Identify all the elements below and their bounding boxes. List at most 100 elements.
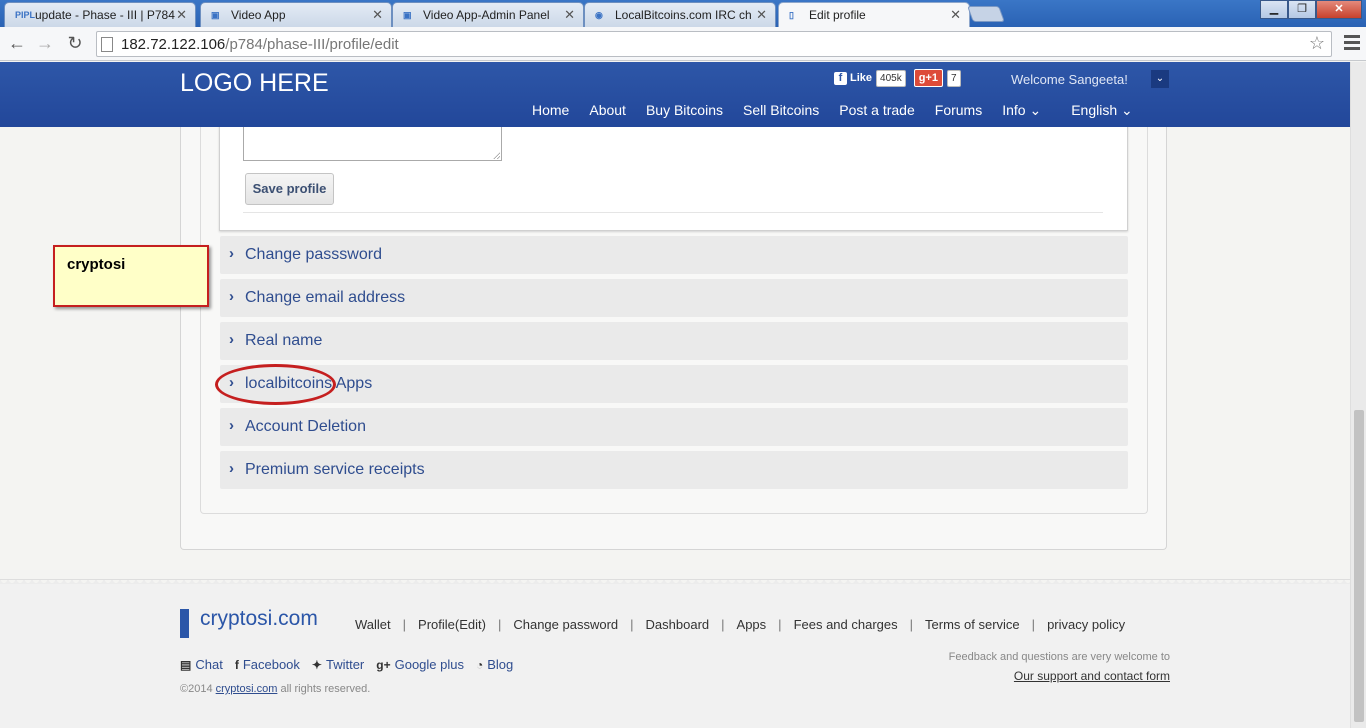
tab-close-icon[interactable]: ✕ [950,7,961,23]
facebook-like-button[interactable]: f Like [834,71,873,85]
accordion-label: Change email address [245,289,406,306]
tab-title: LocalBitcoins.com IRC ch [615,8,752,22]
footer-chat-link[interactable]: ▤ Chat [180,657,223,672]
nav-post-a-trade[interactable]: Post a trade [839,102,915,119]
accordion-real-name[interactable]: › Real name [220,322,1128,360]
video-app-icon: ▣ [211,10,220,20]
accordion-change-password[interactable]: › Change passsword [220,236,1128,274]
url-host: 182.72.122.106 [121,36,226,53]
nav-info[interactable]: Info ⌄ [1002,102,1041,119]
main-navigation: Home About Buy Bitcoins Sell Bitcoins Po… [532,102,1133,119]
site-header: LOGO HERE f Like 405k g+1 7 Welcome Sang… [0,62,1350,127]
copyright-link[interactable]: cryptosi.com [216,683,278,695]
copyright-prefix: ©2014 [180,683,213,695]
video-app-icon: ▣ [403,10,412,20]
scrollbar-thumb[interactable] [1354,410,1364,722]
twitter-icon: ✦ [311,657,322,672]
tab-title: Video App [231,8,286,22]
footer-links: Wallet | Profile(Edit) | Change password | … [355,617,1125,632]
url-path: /p784/phase-III/profile/edit [225,36,399,53]
browser-tab-active[interactable]: ▯ Edit profile ✕ [778,2,970,27]
tab-title: update - Phase - III | P784 [35,8,175,22]
annotation-note-text: cryptosi [67,256,126,273]
nav-home[interactable]: Home [532,102,569,119]
footer-link-dashboard[interactable]: Dashboard [646,617,710,632]
tab-title: Edit profile [809,8,866,22]
tab-close-icon[interactable]: ✕ [756,7,767,23]
accordion-account-deletion[interactable]: › Account Deletion [220,408,1128,446]
nav-buy-bitcoins[interactable]: Buy Bitcoins [646,102,723,119]
footer-facebook-link[interactable]: f Facebook [235,657,300,672]
tab-title: Video App-Admin Panel [423,8,550,22]
page-info-icon[interactable] [101,37,113,52]
nav-forums[interactable]: Forums [935,102,982,119]
footer-twitter-link[interactable]: ✦ Twitter [312,657,364,672]
localbitcoins-icon: ◉ [595,10,603,20]
browser-tab-3[interactable]: ▣ Video App-Admin Panel ✕ [392,2,584,27]
chevron-down-icon: ⌄ [1029,102,1042,118]
save-profile-button[interactable]: Save profile [245,173,334,205]
accordion-label: Premium service receipts [245,461,425,478]
page-viewport: Save profile › Change passsword › Change… [0,62,1350,728]
nav-info-label: Info [1002,102,1026,118]
accordion-change-email[interactable]: › Change email address [220,279,1128,317]
profile-textarea[interactable] [243,124,502,161]
nav-language[interactable]: English ⌄ [1071,102,1133,119]
support-contact-link[interactable]: Our support and contact form [1014,669,1170,683]
facebook-icon: f [234,657,239,672]
accordion-apps[interactable]: › localbitcoins Apps [220,365,1128,403]
forward-icon[interactable]: → [34,33,56,54]
chevron-right-icon: › [229,245,234,262]
nav-sell-bitcoins[interactable]: Sell Bitcoins [743,102,819,119]
annotation-highlight-ellipse [215,364,336,405]
separator: | [721,617,725,632]
facebook-like-count: 405k [876,69,906,87]
tab-close-icon[interactable]: ✕ [176,7,187,23]
address-bar[interactable]: 182.72.122.106/p784/phase-III/profile/ed… [96,31,1332,57]
google-plus-icon: g+ [376,657,391,672]
back-icon[interactable]: ← [6,33,28,54]
site-footer: cryptosi.com Wallet | Profile(Edit) | Chan… [0,584,1350,728]
reload-icon[interactable]: ↻ [64,33,86,54]
footer-link-apps[interactable]: Apps [737,617,767,632]
user-menu-chevron-down-icon[interactable]: ⌄ [1151,70,1169,88]
footer-google-plus-link[interactable]: g+ Google plus [376,657,464,672]
separator: | [909,617,914,632]
pipl-favicon-icon: PIPL [15,10,36,20]
new-tab-button[interactable] [967,6,1005,22]
tab-close-icon[interactable]: ✕ [372,7,383,23]
google-plus-count: 7 [946,69,961,87]
nav-language-label: English [1071,102,1118,118]
footer-twitter-label: Twitter [325,657,365,672]
page-scrollbar[interactable] [1350,62,1366,728]
accordion-label: Account Deletion [245,418,366,435]
separator: | [778,617,782,632]
footer-brand[interactable]: cryptosi.com [200,607,318,631]
google-plus-button[interactable]: g+1 [913,69,943,87]
footer-link-profile[interactable]: Profile(Edit) [418,617,486,632]
site-logo[interactable]: LOGO HERE [180,69,329,98]
footer-link-terms[interactable]: Terms of service [925,617,1020,632]
browser-tab-1[interactable]: PIPL update - Phase - III | P784 ✕ [4,2,196,27]
nav-about[interactable]: About [589,102,626,119]
restore-icon[interactable]: ❐ [1288,0,1316,19]
footer-link-fees[interactable]: Fees and charges [794,617,898,632]
minimize-icon[interactable]: ▁ [1260,0,1288,19]
browser-tab-4[interactable]: ◉ LocalBitcoins.com IRC ch ✕ [584,2,776,27]
bookmark-star-icon[interactable]: ☆ [1309,33,1325,54]
accordion-premium-receipts[interactable]: › Premium service receipts [220,451,1128,489]
chevron-down-icon: ⌄ [1121,102,1133,118]
facebook-like-label: Like [850,72,873,84]
browser-menu-icon[interactable] [1344,35,1360,53]
browser-tab-2[interactable]: ▣ Video App ✕ [200,2,392,27]
close-window-icon[interactable]: ✕ [1316,0,1362,19]
footer-link-wallet[interactable]: Wallet [355,617,391,632]
footer-chat-label: Chat [195,657,223,672]
footer-link-privacy[interactable]: privacy policy [1047,617,1125,632]
tab-close-icon[interactable]: ✕ [564,7,575,23]
footer-blog-link[interactable]: ◔ Blog [476,657,513,672]
separator: | [402,617,407,632]
chevron-right-icon: › [229,460,234,477]
footer-link-change-password[interactable]: Change password [513,617,618,632]
footer-blog-label: Blog [487,657,514,672]
